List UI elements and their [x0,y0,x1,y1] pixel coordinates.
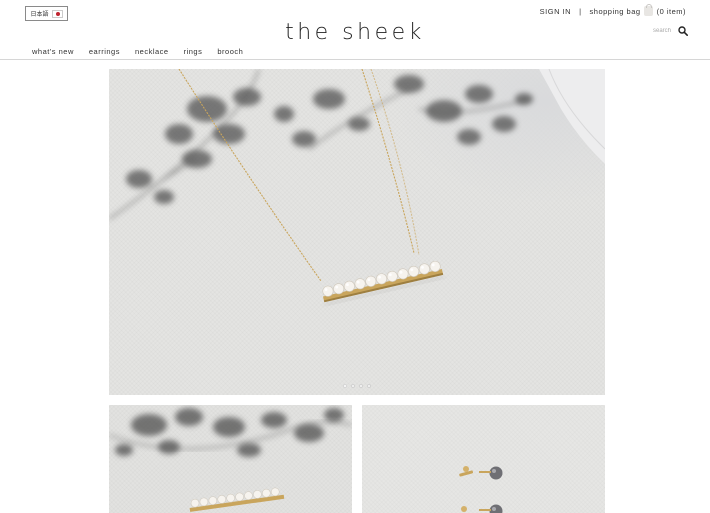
search-input[interactable] [647,28,671,34]
slider-dot[interactable] [367,384,371,388]
nav-item-whats-new[interactable]: what's new [32,47,74,56]
slider-dot[interactable] [359,384,363,388]
nav-item-earrings[interactable]: earrings [89,47,120,56]
pearl-bar-brooch-photo [109,408,352,512]
search-icon[interactable] [678,26,688,36]
pearl-bar-necklace-photo [109,69,605,307]
separator: | [579,6,582,16]
hero-slider[interactable] [109,69,605,395]
bag-count[interactable]: (0 item) [657,7,686,16]
grey-pearl-stud-earrings-photo [459,466,503,513]
shopping-bag-icon[interactable] [643,4,653,16]
nav-item-necklace[interactable]: necklace [135,47,169,56]
language-switch-button[interactable]: 日本語 [25,6,68,21]
shopping-bag-link[interactable]: shopping bag [590,7,641,16]
nav-item-rings[interactable]: rings [184,47,203,56]
language-label: 日本語 [30,12,49,18]
brooch-thumbnail[interactable] [109,405,352,513]
japan-flag-icon [51,9,63,18]
earrings-thumbnail[interactable] [362,405,605,513]
search-box [647,26,688,36]
slider-dots [109,384,605,388]
slider-dot[interactable] [343,384,347,388]
main-nav: what's new earrings necklace rings brooc… [32,47,243,56]
account-bar: SIGN IN | shopping bag (0 item) [540,4,686,16]
site-logo[interactable]: the sheek [0,20,710,45]
slider-dot[interactable] [351,384,355,388]
sign-in-link[interactable]: SIGN IN [540,7,571,16]
nav-item-brooch[interactable]: brooch [217,47,243,56]
header-divider [0,59,710,60]
